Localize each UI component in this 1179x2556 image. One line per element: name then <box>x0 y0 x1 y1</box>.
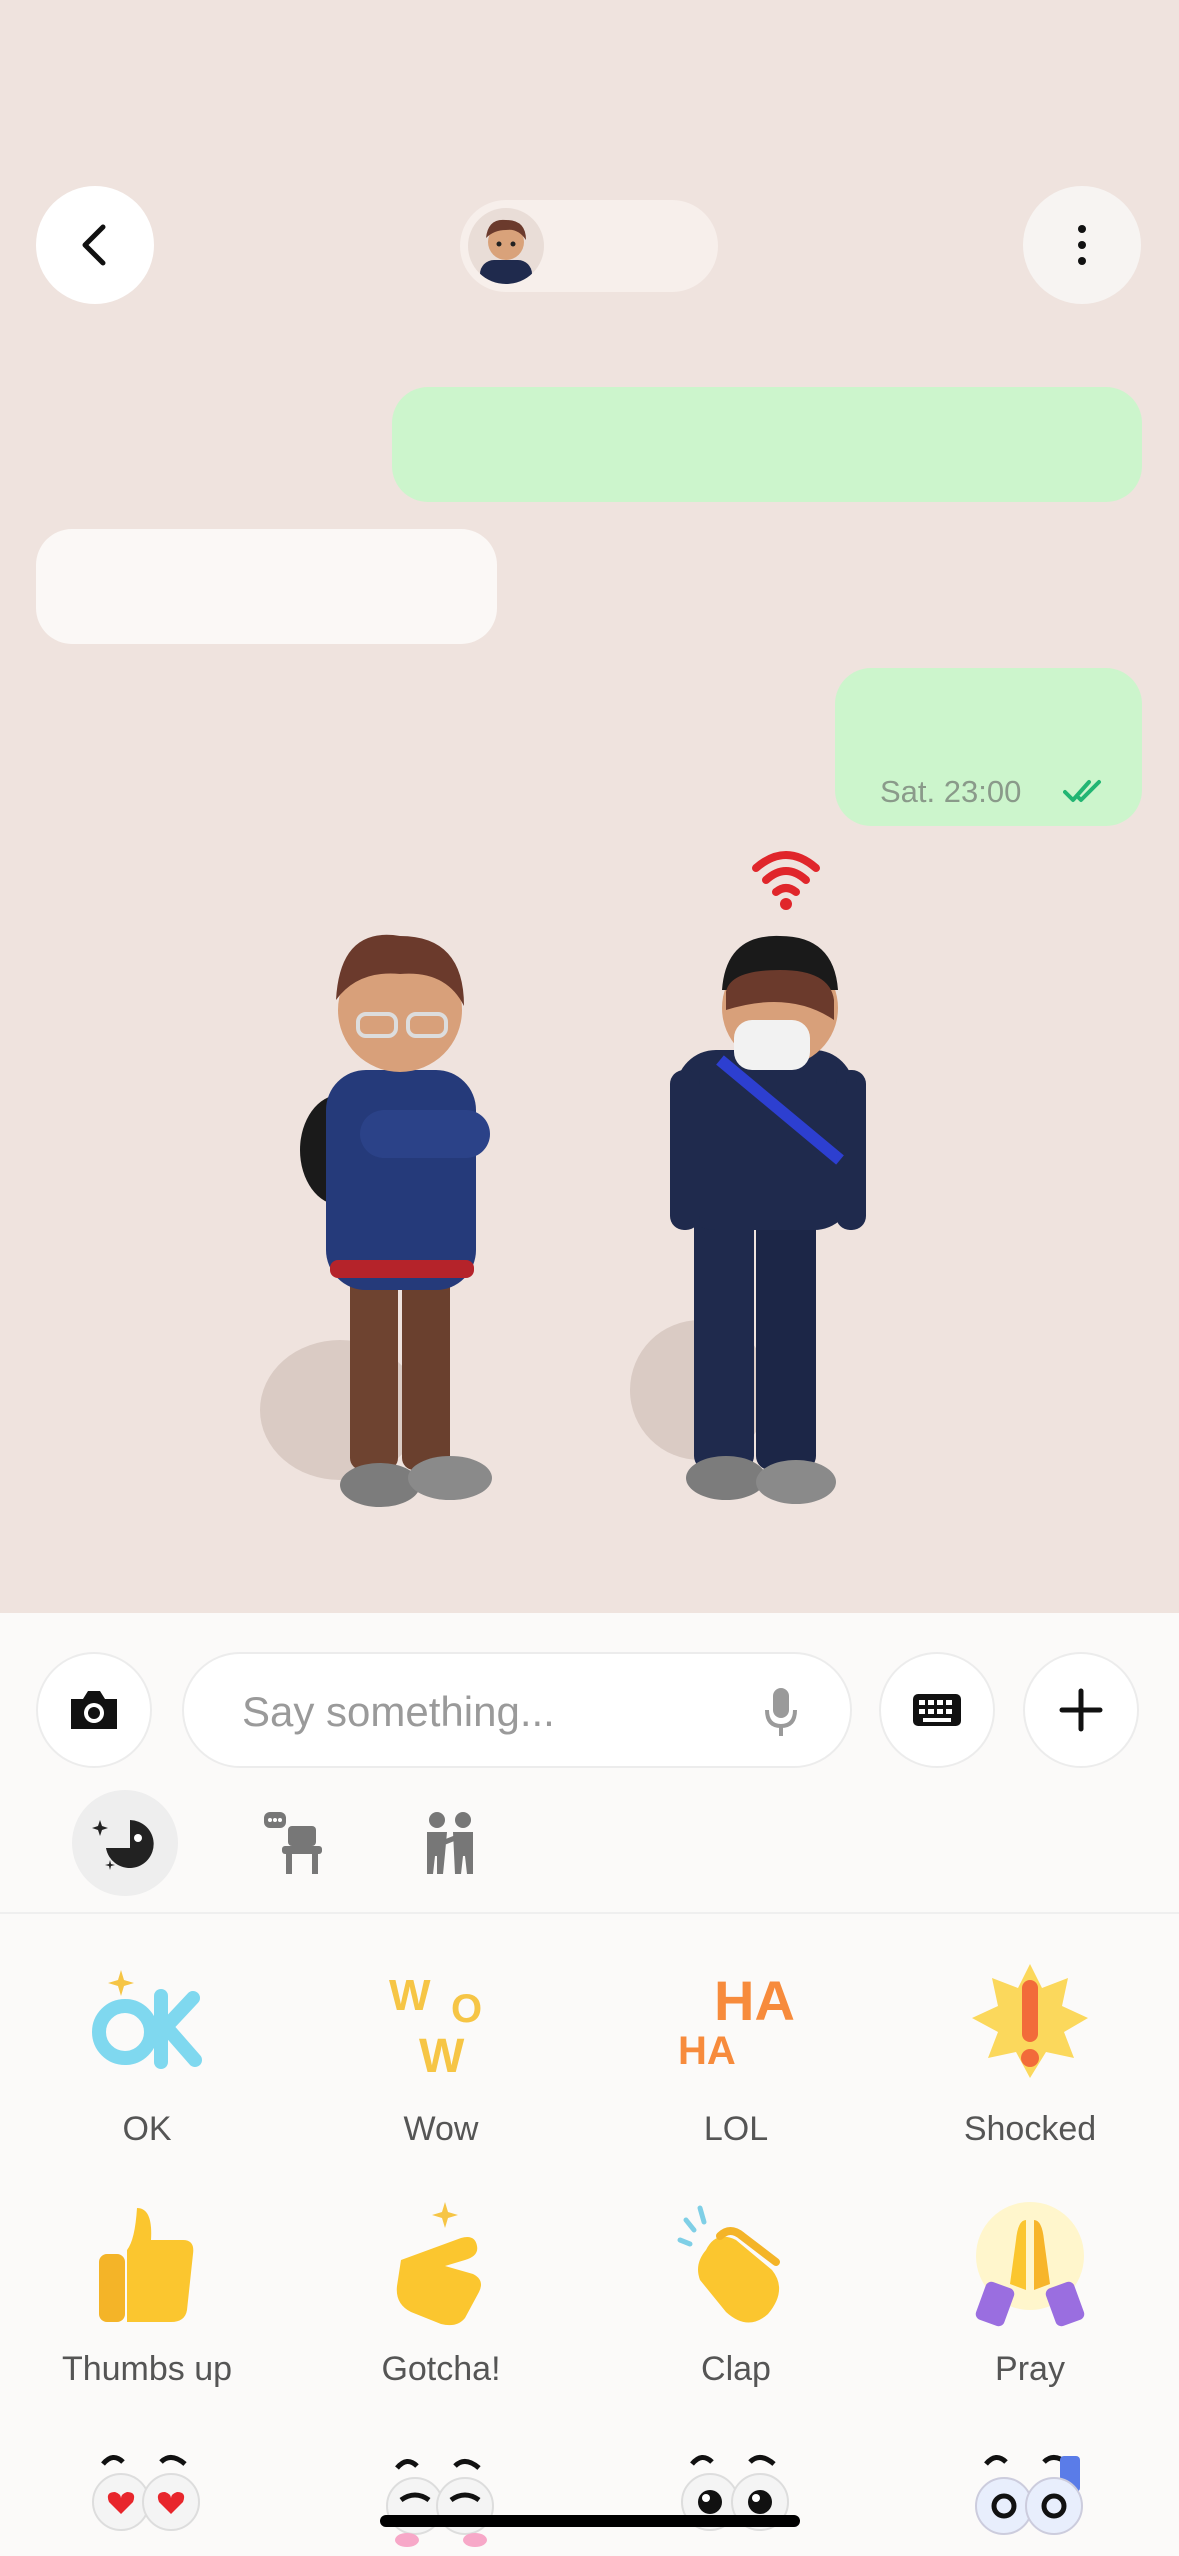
reaction-label: LOL <box>703 2110 769 2148</box>
svg-text:HA: HA <box>678 2029 736 2073</box>
reaction-label: Pray <box>995 2350 1065 2388</box>
ok-sticker-icon <box>92 1970 202 2069</box>
clap-hand-icon <box>677 2205 780 2323</box>
reaction-label: Wow <box>403 2110 479 2148</box>
keyboard-icon <box>913 1694 961 1726</box>
reaction-ok[interactable]: OK <box>0 1960 294 2180</box>
reaction-surprised[interactable] <box>589 2440 883 2556</box>
reaction-clap[interactable]: Clap <box>589 2200 883 2420</box>
tab-scenes[interactable] <box>240 1790 346 1896</box>
avatar <box>468 208 544 284</box>
more-options-button[interactable] <box>1023 186 1141 304</box>
pacman-sparkle-icon <box>92 1820 154 1870</box>
message-bubble-outgoing[interactable]: Sat. 23:00 <box>835 668 1142 826</box>
reaction-sweat[interactable] <box>883 2440 1177 2556</box>
avatar-character-right <box>630 935 866 1504</box>
reaction-shocked[interactable]: Shocked <box>883 1960 1177 2180</box>
back-button[interactable] <box>36 186 154 304</box>
contact-header[interactable] <box>460 200 718 292</box>
svg-text:HA: HA <box>714 1969 795 2032</box>
divider <box>0 1912 1179 1914</box>
chair-chat-icon <box>264 1812 322 1874</box>
reaction-lol[interactable]: HA HA LOL <box>589 1960 883 2180</box>
home-indicator[interactable] <box>380 2515 800 2527</box>
reaction-wow[interactable]: W O W Wow <box>294 1960 588 2180</box>
reaction-label: Shocked <box>963 2110 1097 2148</box>
reaction-gotcha[interactable]: Gotcha! <box>294 2200 588 2420</box>
reaction-pray[interactable]: Pray <box>883 2200 1177 2420</box>
tab-interactions[interactable] <box>397 1790 503 1896</box>
finger-point-icon <box>396 2202 481 2326</box>
reaction-thumbs-up[interactable]: Thumbs up <box>0 2200 294 2420</box>
message-input[interactable]: Say something... <box>182 1652 852 1768</box>
reaction-label: OK <box>122 2110 172 2148</box>
vertical-ellipsis-icon <box>1078 225 1086 265</box>
pray-hands-icon <box>975 2202 1085 2327</box>
svg-text:W: W <box>389 1971 431 2020</box>
tab-expressions[interactable] <box>72 1790 178 1896</box>
two-people-icon <box>427 1812 473 1874</box>
message-bubble-outgoing[interactable] <box>392 387 1142 502</box>
camera-icon <box>71 1691 117 1729</box>
exclamation-burst-icon <box>972 1964 1088 2078</box>
double-check-icon <box>1063 780 1101 802</box>
reaction-label: Clap <box>701 2350 771 2388</box>
wifi-signal-icon <box>752 851 820 910</box>
heart-eyes-icon <box>92 2455 200 2531</box>
camera-button[interactable] <box>36 1652 152 1768</box>
keyboard-button[interactable] <box>879 1652 995 1768</box>
chevron-left-icon <box>82 224 106 266</box>
microphone-icon[interactable] <box>764 1686 798 1738</box>
reaction-heart-eyes[interactable] <box>0 2440 294 2556</box>
svg-text:W: W <box>419 2030 465 2083</box>
reaction-label: Thumbs up <box>61 2350 233 2388</box>
reaction-shy[interactable] <box>294 2440 588 2556</box>
message-bubble-incoming[interactable] <box>36 529 497 644</box>
chat-area: Sat. 23:00 <box>0 0 1179 1613</box>
svg-text:O: O <box>451 1987 482 2031</box>
sweat-eyes-icon <box>975 2455 1083 2535</box>
haha-sticker-icon: HA HA <box>678 1969 795 2073</box>
thumbs-up-icon <box>99 2208 194 2322</box>
message-input-placeholder: Say something... <box>242 1688 555 1735</box>
shy-eyes-icon <box>386 2459 494 2547</box>
avatar-character-left <box>260 934 492 1507</box>
reaction-label: Gotcha! <box>381 2350 501 2388</box>
surprised-eyes-icon <box>681 2455 789 2531</box>
add-button[interactable] <box>1023 1652 1139 1768</box>
plus-icon <box>1059 1688 1103 1732</box>
message-timestamp: Sat. 23:00 <box>880 774 1022 809</box>
wow-sticker-icon: W O W <box>389 1971 482 2083</box>
